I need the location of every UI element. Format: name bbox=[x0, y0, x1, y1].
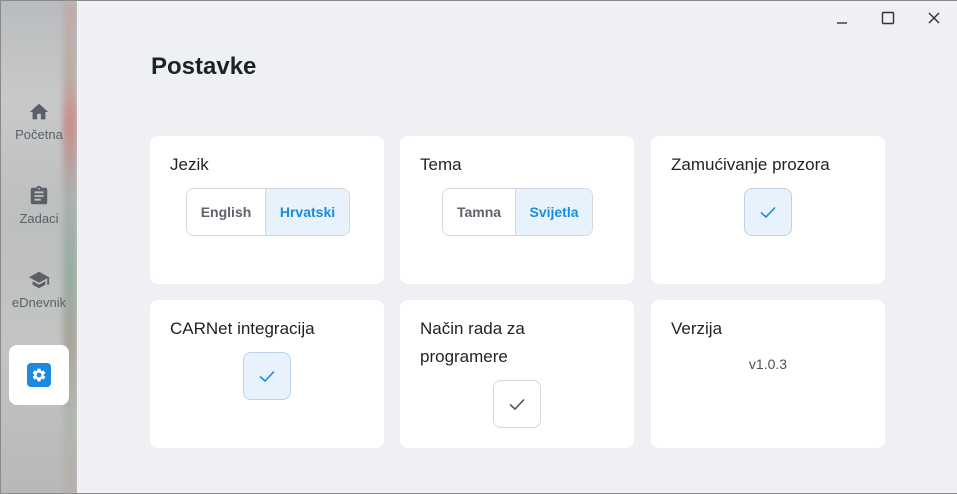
developer-mode-card: Način rada za programere bbox=[400, 300, 634, 448]
maximize-icon bbox=[881, 11, 895, 25]
language-card: Jezik English Hrvatski bbox=[150, 136, 384, 284]
sidebar-item-tasks[interactable]: Zadaci bbox=[1, 175, 77, 235]
graduation-cap-icon bbox=[28, 271, 50, 288]
gear-icon bbox=[32, 368, 46, 382]
theme-card-title: Tema bbox=[420, 155, 462, 174]
settings-page: Postavke Jezik English Hrvatski Tema Tam… bbox=[77, 1, 957, 493]
app-window: Početna Zadaci eDnevnik Postavke Jezik E… bbox=[0, 0, 957, 494]
sidebar-item-label: Zadaci bbox=[19, 210, 59, 226]
sidebar-item-label: Početna bbox=[15, 126, 63, 142]
sidebar-item-home[interactable]: Početna bbox=[1, 91, 77, 151]
carnet-checkbox[interactable] bbox=[243, 352, 291, 400]
home-icon bbox=[29, 103, 49, 119]
minimize-icon bbox=[837, 22, 847, 24]
carnet-card: CARNet integracija bbox=[150, 300, 384, 448]
checkmark-icon bbox=[760, 206, 776, 219]
language-card-title: Jezik bbox=[170, 155, 209, 174]
theme-selector: Tamna Svijetla bbox=[442, 188, 593, 236]
version-card-title: Verzija bbox=[671, 319, 723, 338]
window-blur-card: Zamućivanje prozora bbox=[651, 136, 885, 284]
developer-mode-checkbox[interactable] bbox=[493, 380, 541, 428]
theme-option-light[interactable]: Svijetla bbox=[515, 189, 592, 235]
theme-option-dark[interactable]: Tamna bbox=[443, 189, 515, 235]
carnet-card-title: CARNet integracija bbox=[170, 319, 315, 338]
maximize-button[interactable] bbox=[865, 1, 911, 35]
close-icon bbox=[928, 12, 940, 24]
checkmark-icon bbox=[509, 398, 525, 411]
developer-mode-card-title: Način rada za programere bbox=[420, 319, 525, 366]
settings-badge bbox=[27, 363, 51, 387]
clipboard-icon bbox=[30, 185, 48, 204]
version-value: v1.0.3 bbox=[748, 356, 788, 372]
sidebar-item-settings[interactable] bbox=[9, 345, 69, 405]
sidebar-item-ednevnik[interactable]: eDnevnik bbox=[1, 259, 77, 319]
close-button[interactable] bbox=[911, 1, 957, 35]
sidebar-item-label: eDnevnik bbox=[11, 294, 67, 310]
window-controls bbox=[819, 1, 957, 35]
theme-card: Tema Tamna Svijetla bbox=[400, 136, 634, 284]
window-blur-checkbox[interactable] bbox=[744, 188, 792, 236]
checkmark-icon bbox=[259, 370, 275, 383]
version-card: Verzija v1.0.3 bbox=[651, 300, 885, 448]
language-option-english[interactable]: English bbox=[187, 189, 265, 235]
page-title: Postavke bbox=[151, 53, 257, 80]
language-option-hrvatski[interactable]: Hrvatski bbox=[265, 189, 349, 235]
minimize-button[interactable] bbox=[819, 1, 865, 35]
window-blur-card-title: Zamućivanje prozora bbox=[671, 155, 830, 174]
language-selector: English Hrvatski bbox=[186, 188, 350, 236]
sidebar: Početna Zadaci eDnevnik bbox=[1, 1, 77, 493]
